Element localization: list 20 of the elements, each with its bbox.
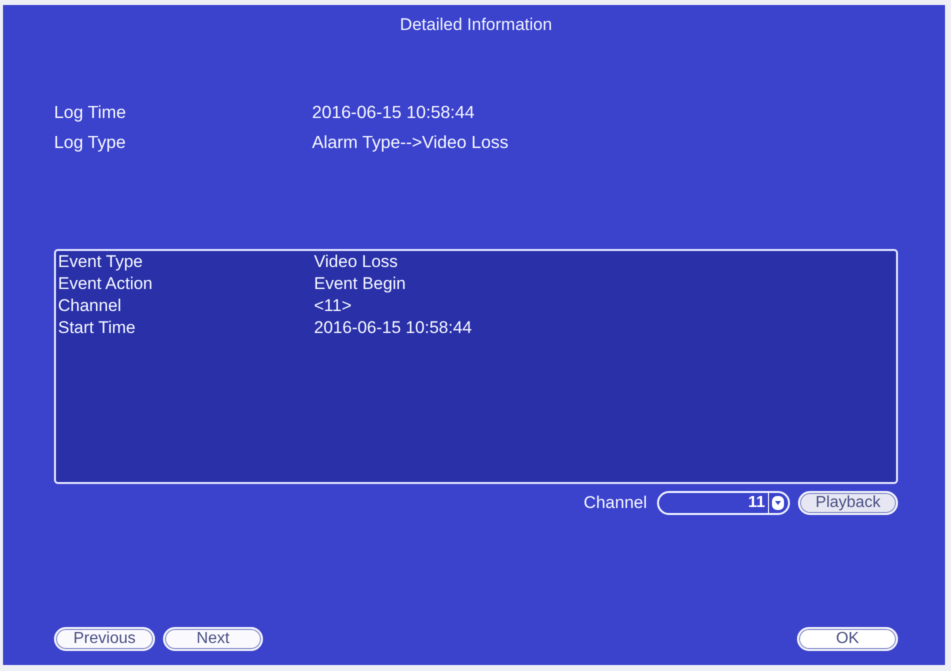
previous-button[interactable]: Previous (54, 627, 155, 651)
dropdown-caret-icon (772, 496, 784, 510)
detail-label: Event Type (58, 252, 143, 272)
detail-label: Channel (58, 296, 122, 316)
field-value: 2016-06-15 10:58:44 (312, 102, 474, 122)
field-label: Log Time (54, 102, 126, 122)
detail-value: Video Loss (314, 252, 398, 272)
playback-button[interactable]: Playback (798, 491, 898, 515)
channel-label: Channel (584, 493, 647, 513)
field-value: Alarm Type-->Video Loss (312, 132, 508, 152)
channel-dropdown[interactable]: 11 (657, 491, 790, 515)
window-title: Detailed Information (400, 15, 552, 35)
detail-value: 2016-06-15 10:58:44 (314, 318, 472, 338)
ok-button[interactable]: OK (797, 627, 898, 651)
detail-label: Start Time (58, 318, 136, 338)
detail-label: Event Action (58, 274, 153, 294)
field-label: Log Type (54, 132, 126, 152)
detail-value: Event Begin (314, 274, 406, 294)
next-button[interactable]: Next (163, 627, 263, 651)
detail-value: <11> (314, 296, 352, 316)
